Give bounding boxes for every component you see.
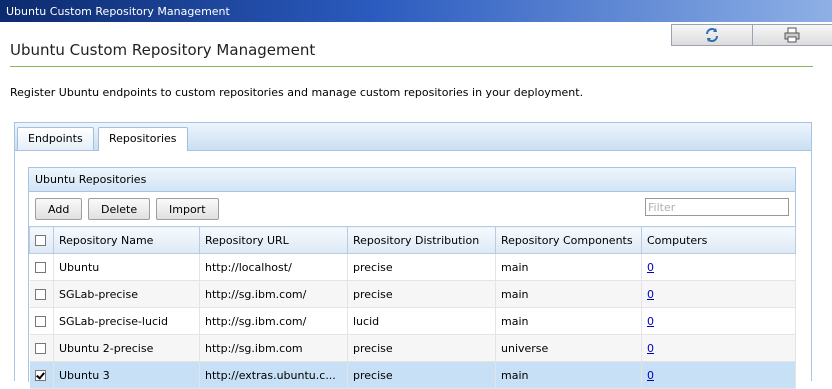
page-title: Ubuntu Custom Repository Management xyxy=(10,41,315,59)
row-checkbox[interactable] xyxy=(35,289,46,300)
cell-repository-url: http://extras.ubuntu.c... xyxy=(200,362,348,389)
cell-repository-components: universe xyxy=(496,335,642,362)
cell-computers: 0 xyxy=(642,254,796,281)
row-select-cell xyxy=(30,308,54,335)
row-select-cell xyxy=(30,281,54,308)
cell-repository-url: http://sg.ibm.com xyxy=(200,335,348,362)
row-select-cell xyxy=(30,335,54,362)
add-button[interactable]: Add xyxy=(35,198,82,220)
repositories-table: Repository Name Repository URL Repositor… xyxy=(29,226,796,389)
table-row[interactable]: SGLab-precise-lucidhttp://sg.ibm.com/luc… xyxy=(30,308,796,335)
cell-repository-distribution: precise xyxy=(348,281,496,308)
tab-panel: Endpoints Repositories Ubuntu Repositori… xyxy=(14,122,812,381)
table-row[interactable]: SGLab-precisehttp://sg.ibm.com/precisema… xyxy=(30,281,796,308)
cell-repository-distribution: precise xyxy=(348,335,496,362)
row-checkbox[interactable] xyxy=(35,316,46,327)
cell-repository-url: http://localhost/ xyxy=(200,254,348,281)
tab-repositories[interactable]: Repositories xyxy=(98,127,188,151)
column-header-components[interactable]: Repository Components xyxy=(496,227,642,254)
row-checkbox[interactable] xyxy=(35,262,46,273)
column-header-url[interactable]: Repository URL xyxy=(200,227,348,254)
row-checkbox[interactable] xyxy=(35,343,46,354)
computers-count-link[interactable]: 0 xyxy=(647,261,654,274)
computers-count-link[interactable]: 0 xyxy=(647,315,654,328)
cell-repository-components: main xyxy=(496,281,642,308)
select-all-cell xyxy=(30,227,54,254)
window-title: Ubuntu Custom Repository Management xyxy=(6,5,230,18)
table-row[interactable]: Ubuntu 2-precisehttp://sg.ibm.comprecise… xyxy=(30,335,796,362)
top-toolbar xyxy=(671,24,832,46)
page-description: Register Ubuntu endpoints to custom repo… xyxy=(10,86,583,99)
cell-repository-distribution: precise xyxy=(348,362,496,389)
cell-computers: 0 xyxy=(642,362,796,389)
cell-repository-components: main xyxy=(496,254,642,281)
cell-computers: 0 xyxy=(642,335,796,362)
table-row[interactable]: Ubuntu 3http://extras.ubuntu.c...precise… xyxy=(30,362,796,389)
section-title: Ubuntu Repositories xyxy=(29,168,795,192)
delete-button[interactable]: Delete xyxy=(88,198,150,220)
cell-computers: 0 xyxy=(642,281,796,308)
column-header-distribution[interactable]: Repository Distribution xyxy=(348,227,496,254)
cell-repository-name: Ubuntu 2-precise xyxy=(54,335,200,362)
cell-repository-name: SGLab-precise xyxy=(54,281,200,308)
column-header-name[interactable]: Repository Name xyxy=(54,227,200,254)
table-header-row: Repository Name Repository URL Repositor… xyxy=(30,227,796,254)
window-titlebar: Ubuntu Custom Repository Management xyxy=(0,0,832,22)
cell-repository-distribution: lucid xyxy=(348,308,496,335)
title-divider xyxy=(10,66,813,67)
cell-repository-url: http://sg.ibm.com/ xyxy=(200,281,348,308)
row-checkbox[interactable] xyxy=(35,370,46,381)
select-all-checkbox[interactable] xyxy=(35,235,46,246)
tab-endpoints[interactable]: Endpoints xyxy=(17,127,94,150)
cell-repository-url: http://sg.ibm.com/ xyxy=(200,308,348,335)
column-header-computers[interactable]: Computers xyxy=(642,227,796,254)
cell-repository-name: Ubuntu 3 xyxy=(54,362,200,389)
import-button[interactable]: Import xyxy=(156,198,219,220)
tab-strip: Endpoints Repositories xyxy=(15,123,811,151)
computers-count-link[interactable]: 0 xyxy=(647,342,654,355)
cell-repository-components: main xyxy=(496,308,642,335)
row-select-cell xyxy=(30,362,54,389)
cell-computers: 0 xyxy=(642,308,796,335)
repositories-section: Ubuntu Repositories Add Delete Import Re… xyxy=(28,167,796,382)
filter-input[interactable] xyxy=(645,198,789,216)
cell-repository-name: SGLab-precise-lucid xyxy=(54,308,200,335)
computers-count-link[interactable]: 0 xyxy=(647,288,654,301)
print-icon xyxy=(784,27,800,43)
cell-repository-components: main xyxy=(496,362,642,389)
cell-repository-name: Ubuntu xyxy=(54,254,200,281)
refresh-icon xyxy=(704,27,720,43)
table-row[interactable]: Ubuntuhttp://localhost/precisemain 0 xyxy=(30,254,796,281)
action-bar: Add Delete Import xyxy=(29,192,795,226)
print-button[interactable] xyxy=(753,25,832,45)
row-select-cell xyxy=(30,254,54,281)
refresh-button[interactable] xyxy=(672,25,753,45)
cell-repository-distribution: precise xyxy=(348,254,496,281)
